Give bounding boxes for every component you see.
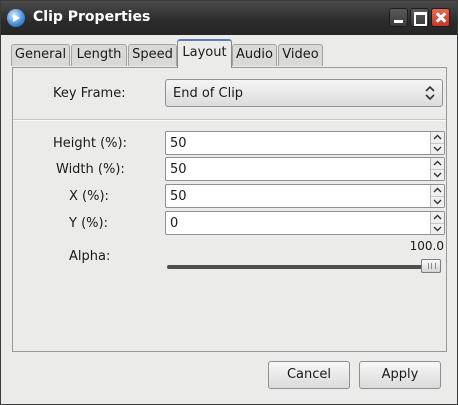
tab-layout[interactable]: Layout	[177, 39, 232, 68]
y-label: Y (%):	[69, 216, 108, 231]
cancel-button[interactable]: Cancel	[268, 361, 350, 389]
alpha-slider-handle[interactable]	[421, 259, 441, 273]
key-frame-label: Key Frame:	[53, 86, 126, 101]
y-spinbox[interactable]: 0	[165, 211, 445, 235]
decrement-icon[interactable]	[431, 169, 444, 180]
clip-properties-dialog: Clip Properties General Length Speed Lay…	[0, 0, 458, 405]
x-value: 50	[170, 189, 187, 204]
alpha-label: Alpha:	[69, 249, 111, 264]
tab-video[interactable]: Video	[278, 44, 323, 66]
decrement-icon[interactable]	[431, 223, 444, 234]
title-bar[interactable]: Clip Properties	[1, 1, 457, 35]
close-icon[interactable]	[431, 8, 450, 27]
tab-speed[interactable]: Speed	[128, 44, 177, 66]
alpha-value: 100.0	[409, 239, 444, 253]
key-frame-select[interactable]: End of Clip	[165, 79, 443, 107]
height-spinbox[interactable]: 50	[165, 131, 445, 155]
height-value: 50	[170, 136, 187, 151]
alpha-slider-track[interactable]	[167, 265, 440, 269]
tab-length[interactable]: Length	[71, 44, 127, 66]
x-spinbox[interactable]: 50	[165, 184, 445, 208]
separator	[13, 119, 446, 121]
tab-audio[interactable]: Audio	[232, 44, 277, 66]
minimize-icon[interactable]	[389, 8, 408, 27]
decrement-icon[interactable]	[431, 143, 444, 154]
maximize-icon[interactable]	[410, 8, 429, 27]
width-spinbox[interactable]: 50	[165, 157, 445, 181]
key-frame-value: End of Clip	[173, 86, 244, 101]
decrement-icon[interactable]	[431, 196, 444, 207]
window-title: Clip Properties	[33, 9, 151, 25]
y-value: 0	[170, 216, 179, 231]
app-icon	[7, 9, 25, 27]
width-value: 50	[170, 162, 187, 177]
tab-general[interactable]: General	[11, 44, 70, 66]
apply-button[interactable]: Apply	[359, 361, 441, 389]
width-label: Width (%):	[56, 162, 125, 177]
layout-panel: Key Frame: End of Clip Height (%): 50 Wi…	[12, 67, 447, 352]
x-label: X (%):	[69, 189, 109, 204]
height-label: Height (%):	[53, 136, 127, 151]
updown-arrows-icon	[425, 85, 435, 101]
